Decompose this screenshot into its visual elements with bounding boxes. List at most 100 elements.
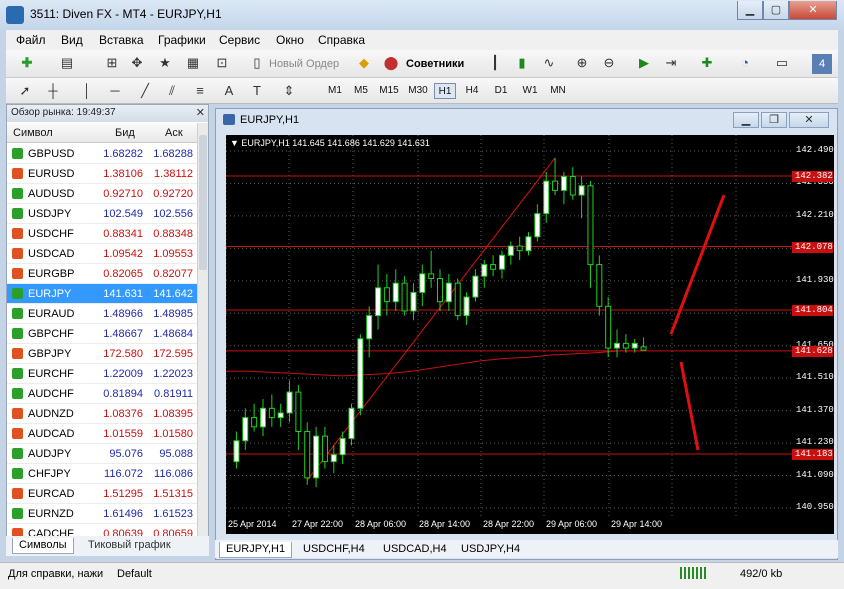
timeframe-mn[interactable]: MN [547, 83, 569, 99]
text-label-icon[interactable]: T [246, 81, 268, 101]
list-item[interactable]: GBPCHF 1.48667 1.48684 [7, 324, 197, 344]
list-item[interactable]: EURCHF 1.22009 1.22023 [7, 364, 197, 384]
bid-cell: 141.631 [103, 288, 143, 300]
candle-body [614, 342, 621, 349]
zoom-in-icon[interactable]: ⊕ [571, 53, 593, 73]
horizontal-line-icon[interactable]: ─ [104, 81, 126, 101]
list-item[interactable]: GBPJPY 172.580 172.595 [7, 344, 197, 364]
timeframe-m5[interactable]: M5 [350, 83, 372, 99]
timeframe-m30[interactable]: M30 [406, 83, 430, 99]
menu-charts[interactable]: Графики [158, 33, 206, 47]
bar-chart-icon[interactable]: ┃ [484, 53, 506, 73]
menu-view[interactable]: Вид [61, 33, 83, 47]
list-item[interactable]: EURJPY 141.631 141.642 [7, 284, 197, 304]
chart-tab-usdcad[interactable]: USDCAD,H4 [377, 542, 453, 558]
menu-insert[interactable]: Вставка [99, 33, 144, 47]
chart-tab-usdchf[interactable]: USDCHF,H4 [297, 542, 371, 558]
text-icon[interactable]: A [218, 81, 240, 101]
menu-file[interactable]: Файл [16, 33, 46, 47]
scrollbar-thumb[interactable] [199, 135, 207, 270]
timeframe-h1[interactable]: H1 [434, 83, 456, 99]
chart-minimize-button[interactable]: ▁ [733, 112, 759, 128]
profiles-icon[interactable]: ▤ [56, 53, 78, 73]
list-item[interactable]: EURAUD 1.48966 1.48985 [7, 304, 197, 324]
list-item[interactable]: AUDJPY 95.076 95.088 [7, 444, 197, 464]
menu-help[interactable]: Справка [318, 33, 365, 47]
market-watch-scrollbar[interactable] [197, 123, 208, 537]
list-item[interactable]: AUDCHF 0.81894 0.81911 [7, 384, 197, 404]
list-item[interactable]: GBPUSD 1.68282 1.68288 [7, 144, 197, 164]
navigator-icon[interactable]: ★ [154, 53, 176, 73]
ask-cell: 1.61523 [153, 508, 193, 520]
strategy-tester-icon[interactable]: ⊡ [211, 53, 233, 73]
vertical-line-icon[interactable]: │ [76, 81, 98, 101]
candle-chart-icon[interactable]: ▮ [511, 53, 533, 73]
channel-icon[interactable]: ⫽ [161, 81, 183, 101]
list-item[interactable]: AUDNZD 1.08376 1.08395 [7, 404, 197, 424]
maximize-button[interactable]: ▢ [763, 1, 789, 20]
trendline-icon[interactable]: ╱ [134, 81, 156, 101]
crosshair-icon[interactable]: ┼ [42, 81, 64, 101]
list-item[interactable]: EURCAD 1.51295 1.51315 [7, 484, 197, 504]
templates-icon[interactable]: ▭ [771, 53, 793, 73]
list-item[interactable]: USDCAD 1.09542 1.09553 [7, 244, 197, 264]
auto-scroll-icon[interactable]: ▶ [633, 53, 655, 73]
tab-symbols[interactable]: Символы [12, 538, 74, 554]
line-chart-icon[interactable]: ∿ [538, 53, 560, 73]
notifications-badge[interactable]: 4 [812, 54, 832, 74]
tab-tick-chart[interactable]: Тиковый график [82, 538, 177, 554]
chart-shift-icon[interactable]: ⇥ [660, 53, 682, 73]
timeframe-m1[interactable]: M1 [324, 83, 346, 99]
arrow-down-icon [12, 268, 23, 279]
minimize-button[interactable]: ▁ [737, 1, 763, 20]
symbol-column-header[interactable]: Символ [13, 127, 53, 139]
timeframe-m15[interactable]: M15 [376, 83, 402, 99]
menu-tools[interactable]: Сервис [219, 33, 260, 47]
chart-close-button[interactable]: ✕ [789, 112, 829, 128]
candle-body [472, 275, 479, 298]
metaeditor-icon[interactable]: ◆ [353, 53, 375, 73]
data-window-icon[interactable]: ✥ [126, 53, 148, 73]
list-item[interactable]: USDCHF 0.88341 0.88348 [7, 224, 197, 244]
chart-tab-eurjpy[interactable]: EURJPY,H1 [219, 542, 293, 558]
autotrading-icon[interactable]: ⬤ [380, 53, 402, 73]
cursor-icon[interactable]: ➚ [14, 81, 36, 101]
market-watch-tabs: Символы Тиковый график [6, 536, 209, 556]
arrow-down-icon [12, 348, 23, 359]
bid-cell: 1.38106 [103, 168, 143, 180]
fibonacci-icon[interactable]: ≡ [189, 81, 211, 101]
zoom-out-icon[interactable]: ⊖ [598, 53, 620, 73]
timeframe-w1[interactable]: W1 [519, 83, 541, 99]
chart-tab-usdjpy[interactable]: USDJPY,H4 [455, 542, 526, 558]
candle-body [375, 287, 382, 317]
list-item[interactable]: EURUSD 1.38106 1.38112 [7, 164, 197, 184]
close-icon[interactable]: ✕ [196, 106, 205, 119]
close-button[interactable]: ✕ [789, 1, 837, 20]
bid-column-header[interactable]: Бид [115, 127, 135, 139]
advisors-button[interactable]: Советники [406, 58, 464, 70]
list-item[interactable]: USDJPY 102.549 102.556 [7, 204, 197, 224]
market-watch-icon[interactable]: ⊞ [101, 53, 123, 73]
chart-plot-area[interactable]: ▼ EURJPY,H1 141.645 141.686 141.629 141.… [226, 135, 792, 516]
list-item[interactable]: AUDCAD 1.01559 1.01580 [7, 424, 197, 444]
menu-window[interactable]: Окно [276, 33, 304, 47]
terminal-icon[interactable]: ▦ [182, 53, 204, 73]
arrows-icon[interactable]: ⇕ [278, 81, 300, 101]
timeframe-h4[interactable]: H4 [461, 83, 483, 99]
arrow-up-icon [12, 308, 23, 319]
new-order-button[interactable]: Новый Ордер [269, 58, 339, 70]
indicators-icon[interactable]: ✚ [696, 53, 718, 73]
new-order-icon[interactable]: ▯ [246, 53, 268, 73]
list-item[interactable]: EURNZD 1.61496 1.61523 [7, 504, 197, 524]
candle-body [233, 440, 240, 463]
chart-restore-button[interactable]: ❐ [761, 112, 787, 128]
list-item[interactable]: EURGBP 0.82065 0.82077 [7, 264, 197, 284]
list-item[interactable]: AUDUSD 0.92710 0.92720 [7, 184, 197, 204]
list-item[interactable]: CHFJPY 116.072 116.086 [7, 464, 197, 484]
candlestick-chart[interactable] [226, 135, 792, 516]
level-price-label: 142.382 [792, 171, 833, 183]
new-chart-icon[interactable]: ✚ [16, 53, 38, 73]
ask-column-header[interactable]: Аск [165, 127, 183, 139]
timeframe-d1[interactable]: D1 [490, 83, 512, 99]
periods-icon[interactable]: ◔ [734, 53, 756, 73]
